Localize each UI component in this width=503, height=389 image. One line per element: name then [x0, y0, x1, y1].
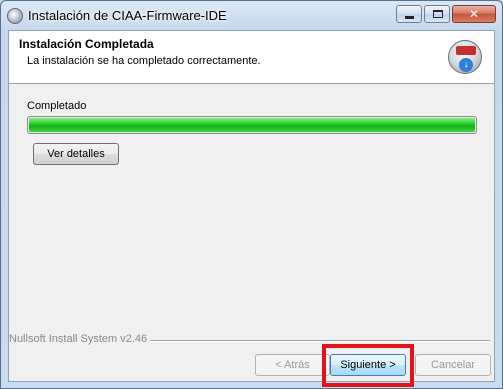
minimize-button[interactable]: [396, 5, 422, 23]
installer-window: Instalación de CIAA-Firmware-IDE ✕ Insta…: [0, 0, 503, 389]
close-button[interactable]: ✕: [452, 5, 496, 23]
cancel-button[interactable]: Cancelar: [415, 354, 491, 376]
title-bar[interactable]: Instalación de CIAA-Firmware-IDE ✕: [1, 1, 502, 30]
back-button[interactable]: < Atrás: [255, 354, 330, 376]
maximize-icon: [433, 10, 443, 18]
page-title: Instalación Completada: [19, 37, 154, 51]
download-arrow-icon: ↓: [459, 58, 473, 72]
page-header: Instalación Completada La instalación se…: [9, 31, 494, 84]
installer-logo-icon: ↓: [448, 40, 482, 74]
caption-buttons: ✕: [396, 5, 496, 23]
app-icon[interactable]: [7, 8, 23, 24]
maximize-button[interactable]: [424, 5, 450, 23]
progress-label: Completado: [27, 100, 87, 112]
close-icon: ✕: [468, 7, 480, 21]
installer-client-area: Instalación Completada La instalación se…: [8, 30, 495, 387]
show-details-button[interactable]: Ver detalles: [33, 143, 119, 165]
page-subtitle: La instalación se ha completado correcta…: [27, 55, 261, 67]
minimize-icon: [405, 16, 414, 19]
progress-bar: [27, 116, 477, 134]
progress-fill: [29, 118, 475, 132]
next-button-highlight: [322, 344, 414, 387]
window-title: Instalación de CIAA-Firmware-IDE: [28, 8, 227, 23]
footer-divider: [150, 340, 490, 342]
logo-badge-icon: [456, 46, 476, 55]
branding-text: Nullsoft Install System v2.46: [9, 333, 148, 345]
